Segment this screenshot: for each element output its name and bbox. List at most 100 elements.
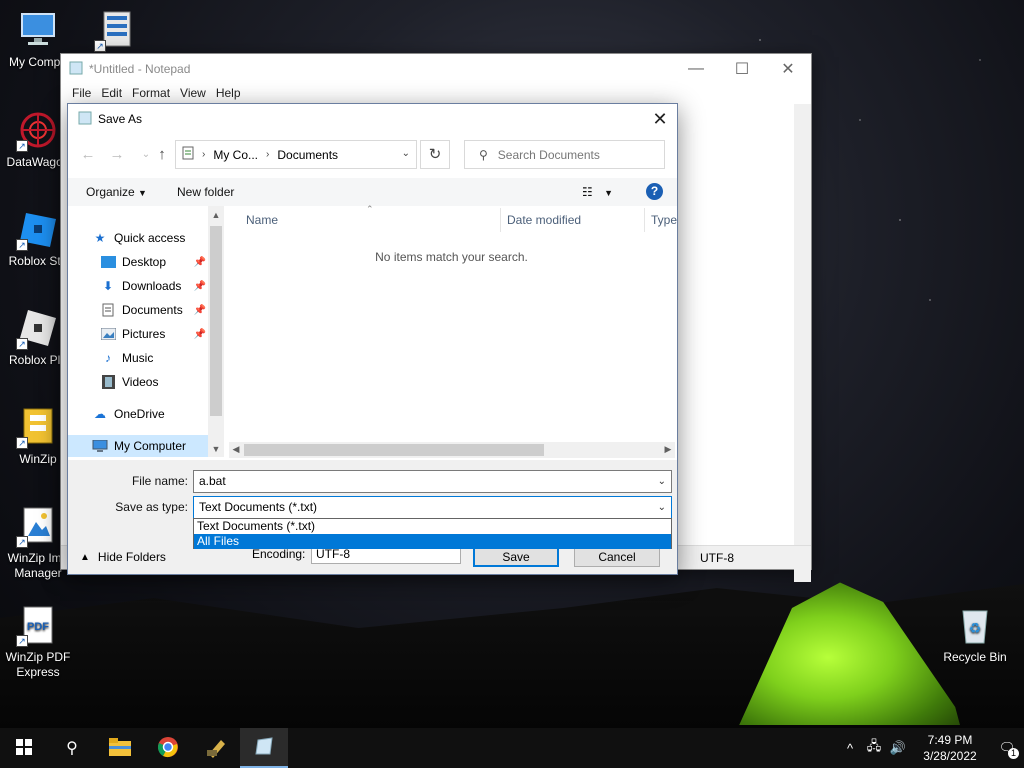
save-button[interactable]: Save (473, 547, 559, 567)
computer-icon (92, 438, 108, 454)
maximize-button[interactable]: ☐ (719, 54, 765, 84)
column-name[interactable]: Name (246, 213, 278, 233)
organize-button[interactable]: Organize ▼ (86, 185, 147, 199)
music-note-icon: ♪ (105, 351, 111, 365)
start-button[interactable] (0, 728, 48, 768)
hide-folders-button[interactable]: ▲ Hide Folders (80, 550, 166, 564)
dialog-close-button[interactable]: ✕ (643, 104, 677, 134)
minimize-button[interactable]: — (673, 54, 719, 84)
document-icon (100, 302, 116, 318)
scroll-down-icon[interactable]: ▼ (208, 444, 224, 454)
navigation-scrollbar[interactable]: ▲ ▼ (208, 206, 224, 457)
refresh-button[interactable]: ↻ (420, 140, 450, 169)
column-separator[interactable] (644, 208, 645, 232)
nav-onedrive[interactable]: ☁ OneDrive (68, 403, 208, 425)
save-options-panel: File name: a.bat ⌄ Save as type: Text Do… (68, 460, 677, 574)
notepad-menubar: File Edit Format View Help (61, 84, 811, 104)
menu-edit[interactable]: Edit (96, 84, 127, 104)
desktop-icon-label: Recycle Bin (943, 650, 1007, 664)
save-as-type-dropdown-list: Text Documents (*.txt) All Files (193, 518, 672, 549)
shortcut-arrow-icon: ↗ (16, 239, 28, 251)
maximize-icon: ☐ (734, 61, 750, 78)
menu-file[interactable]: File (67, 84, 96, 104)
nav-music[interactable]: ♪ Music (68, 347, 208, 369)
clock[interactable]: 7:49 PM 3/28/2022 (910, 732, 990, 764)
shortcut-arrow-icon: ↗ (16, 437, 28, 449)
refresh-icon: ↻ (428, 146, 442, 163)
nav-videos[interactable]: Videos (68, 371, 208, 393)
chevron-down-icon[interactable]: ⌄ (658, 497, 666, 518)
desktop-icon-recycle-bin[interactable]: ♻ Recycle Bin (937, 603, 1013, 665)
address-bar[interactable]: › My Co... › Documents ⌄ (175, 140, 417, 169)
scrollbar-thumb[interactable] (210, 226, 222, 416)
save-as-type-select[interactable]: Text Documents (*.txt) ⌄ (193, 496, 672, 519)
breadcrumb-documents[interactable]: Documents (277, 148, 338, 162)
desktop-icon-label: WinZip PDF Express (5, 650, 71, 679)
save-as-type-value: Text Documents (*.txt) (199, 500, 318, 514)
download-arrow-icon: ⬇ (102, 279, 114, 293)
scrollbar-thumb[interactable] (244, 444, 544, 456)
breadcrumb-my-computer[interactable]: My Co... (213, 148, 258, 162)
taskbar-notepad[interactable] (240, 728, 288, 768)
taskbar-chrome[interactable] (144, 728, 192, 768)
menu-format[interactable]: Format (127, 84, 175, 104)
search-input[interactable]: ⚲ Search Documents (464, 140, 665, 169)
pin-icon: 📌 (193, 256, 206, 268)
scroll-left-icon[interactable]: ◀ (229, 444, 243, 455)
nav-desktop[interactable]: Desktop 📌 (68, 251, 208, 273)
save-as-icon (78, 111, 92, 128)
notifications-button[interactable]: 🗨 1 (990, 740, 1024, 759)
column-date-modified[interactable]: Date modified (507, 213, 581, 233)
desktop-icon-winzip-pdf-express[interactable]: PDF ↗ WinZip PDF Express (0, 603, 76, 680)
scroll-right-icon[interactable]: ▶ (661, 444, 675, 455)
file-list-horizontal-scrollbar[interactable]: ◀ ▶ (229, 442, 675, 458)
forward-button[interactable]: → (107, 146, 127, 164)
scroll-up-icon[interactable]: ▲ (208, 210, 224, 220)
up-button[interactable]: ↑ (152, 146, 172, 164)
file-list-pane: ⌃ Name Date modified Type No items match… (226, 204, 677, 457)
save-as-type-label: Save as type: (115, 500, 188, 514)
nav-pictures[interactable]: Pictures 📌 (68, 323, 208, 345)
breadcrumb-chevron-icon: › (266, 149, 270, 160)
empty-folder-message: No items match your search. (375, 250, 528, 264)
chevron-down-icon[interactable]: ⌄ (402, 148, 410, 159)
file-name-input[interactable]: a.bat ⌄ (193, 470, 672, 493)
save-as-dialog[interactable]: Save As ✕ ← → ⌄ ↑ › My Co... › Documents… (67, 103, 678, 575)
taskbar-app-pencil[interactable] (192, 728, 240, 768)
desktop-icon-label: Roblox Pla (8, 353, 68, 367)
taskbar-file-explorer[interactable] (96, 728, 144, 768)
network-icon[interactable]: 🖧 (862, 737, 886, 759)
column-separator[interactable] (500, 208, 501, 232)
nav-documents[interactable]: Documents 📌 (68, 299, 208, 321)
notepad-vertical-scrollbar[interactable] (794, 104, 811, 582)
close-button[interactable]: ✕ (765, 54, 811, 84)
minimize-icon: — (688, 60, 704, 77)
option-all-files[interactable]: All Files (194, 534, 671, 549)
menu-help[interactable]: Help (211, 84, 246, 104)
nav-my-computer[interactable]: My Computer (68, 435, 208, 457)
datawagon-icon: ↗ (16, 108, 60, 152)
file-name-label: File name: (131, 474, 188, 488)
option-text-documents[interactable]: Text Documents (*.txt) (194, 519, 671, 534)
show-hidden-icons-button[interactable]: ^ (838, 741, 862, 756)
dialog-titlebar[interactable]: Save As (68, 104, 677, 134)
cancel-button[interactable]: Cancel (574, 547, 660, 567)
desktop-icon-server[interactable]: ↗ (78, 8, 154, 55)
desktop-icon-label: Roblox Stu (8, 254, 68, 268)
chevron-down-icon[interactable]: ⌄ (658, 471, 666, 492)
help-button[interactable]: ? (646, 183, 663, 200)
taskbar-search-button[interactable]: ⚲ (48, 728, 96, 768)
column-type[interactable]: Type (651, 213, 677, 233)
shortcut-arrow-icon: ↗ (16, 635, 28, 647)
winzip-image-manager-icon: ↗ (16, 504, 60, 548)
view-options-button[interactable]: ☷ ▼ (582, 185, 613, 199)
volume-icon[interactable]: 🔊 (886, 740, 910, 756)
nav-downloads[interactable]: ⬇ Downloads 📌 (68, 275, 208, 297)
new-folder-button[interactable]: New folder (177, 185, 234, 199)
back-button[interactable]: ← (78, 146, 98, 164)
nav-quick-access[interactable]: ★ Quick access (68, 227, 208, 249)
menu-view[interactable]: View (175, 84, 211, 104)
command-bar: Organize ▼ New folder ☷ ▼ ? (68, 178, 677, 206)
winzip-icon: ↗ (16, 405, 60, 449)
close-icon: ✕ (781, 61, 795, 78)
